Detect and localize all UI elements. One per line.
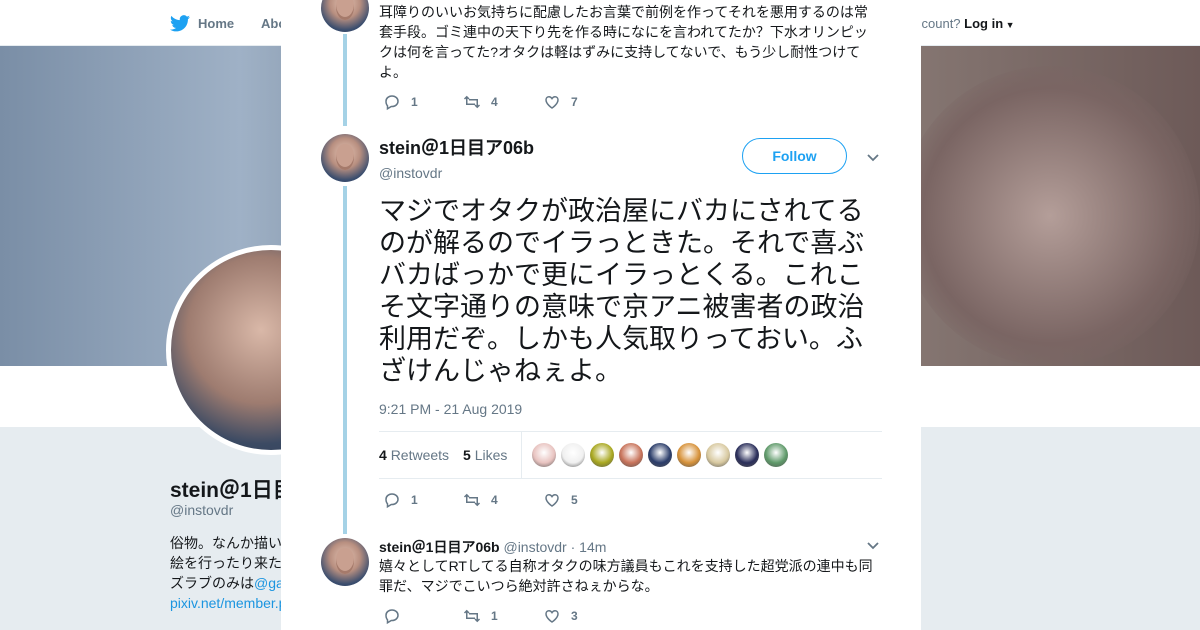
reply-tweet-avatar[interactable] xyxy=(321,538,369,586)
bio-line: ズラブのみは@ga xyxy=(170,573,290,593)
chevron-down-icon[interactable] xyxy=(865,537,881,553)
bio-line-text: ズラブのみは xyxy=(170,575,254,591)
liker-avatar[interactable] xyxy=(648,443,673,467)
main-tweet-name[interactable]: stein＠1日目ア06b xyxy=(379,134,534,160)
main-tweet-text: マジでオタクが政治屋にバカにされてるのが解るのでイラっときた。それで喜ぶバカばっ… xyxy=(379,196,865,386)
reply-icon xyxy=(385,609,399,625)
main-tweet-avatar[interactable] xyxy=(321,134,369,182)
reply-count: 1 xyxy=(411,95,418,109)
profile-bio: 俗物。なんか描い 絵を行ったり来た ズラブのみは@ga pixiv.net/me… xyxy=(170,533,290,613)
retweet-button[interactable]: 1 xyxy=(463,607,543,625)
retweets-stat-label: Retweets xyxy=(390,447,450,463)
heart-icon xyxy=(545,609,559,623)
profile-name: stein＠1日目 xyxy=(170,479,294,502)
retweet-count: 1 xyxy=(491,609,498,623)
bio-mention-link[interactable]: @ga xyxy=(254,575,284,591)
twitter-bird-icon xyxy=(170,15,190,32)
liker-avatar[interactable] xyxy=(706,443,731,467)
likes-stat-count: 5 xyxy=(463,447,471,463)
retweets-stat[interactable]: 4 Retweets xyxy=(379,447,449,463)
tweet-permalink-modal: 耳障りのいいお気持ちに配慮したお言葉で前例を作ってそれを悪用するのは常套手段。ゴ… xyxy=(281,0,921,630)
likers-avatar-list xyxy=(532,443,789,467)
main-tweet-handle[interactable]: @instovdr xyxy=(379,165,534,181)
likes-stat-label: Likes xyxy=(474,447,508,463)
reply-icon xyxy=(385,95,399,111)
reply-tweet-text: 嬉々としてRTしてる自称オタクの味方議員もこれを支持した超党派の連中も同罪だ、マ… xyxy=(379,558,873,594)
follow-button[interactable]: Follow xyxy=(742,138,847,174)
retweets-stat-count: 4 xyxy=(379,447,387,463)
heart-icon xyxy=(545,493,559,507)
liker-avatar[interactable] xyxy=(735,443,760,467)
previous-tweet-avatar[interactable] xyxy=(321,0,369,32)
heart-icon xyxy=(545,95,559,109)
bio-website-link[interactable]: pixiv.net/member.p xyxy=(170,593,290,613)
previous-tweet-text: 耳障りのいいお気持ちに配慮したお言葉で前例を作ってそれを悪用するのは常套手段。ゴ… xyxy=(379,4,868,80)
liker-avatar[interactable] xyxy=(764,443,789,467)
retweet-count: 4 xyxy=(491,493,498,507)
reply-tweet-actions: 1 3 xyxy=(383,607,623,625)
reply-tweet-handle[interactable]: @instovdr xyxy=(503,539,566,555)
liker-avatar[interactable] xyxy=(532,443,557,467)
home-link[interactable]: Home xyxy=(170,15,234,32)
like-count: 5 xyxy=(571,493,578,507)
retweet-icon xyxy=(463,493,481,507)
like-button[interactable]: 7 xyxy=(543,93,623,111)
retweet-icon xyxy=(463,609,481,623)
tweet-stats: 4 Retweets 5 Likes xyxy=(379,431,882,479)
previous-tweet-actions: 1 4 7 xyxy=(383,93,623,111)
stats-divider xyxy=(521,432,523,478)
like-count: 7 xyxy=(571,95,578,109)
retweet-button[interactable]: 4 xyxy=(463,93,543,111)
retweet-button[interactable]: 4 xyxy=(463,491,543,509)
like-button[interactable]: 3 xyxy=(543,607,623,625)
chevron-down-icon[interactable] xyxy=(865,149,881,165)
profile-handle: @instovdr xyxy=(170,502,234,518)
like-button[interactable]: 5 xyxy=(543,491,623,509)
reply-icon xyxy=(385,493,399,509)
reply-button[interactable]: 1 xyxy=(383,93,463,111)
reply-count: 1 xyxy=(411,493,418,507)
retweet-icon xyxy=(463,95,481,109)
liker-avatar[interactable] xyxy=(561,443,586,467)
thread-line xyxy=(343,186,347,534)
main-tweet-actions: 1 4 5 xyxy=(383,491,623,509)
reply-tweet-header: stein＠1日目ア06b @instovdr · 14m xyxy=(379,537,606,557)
account-text: ccount? xyxy=(915,16,961,31)
reply-tweet-name[interactable]: stein＠1日目ア06b xyxy=(379,539,500,555)
login-caret-icon: ▼ xyxy=(1003,20,1015,30)
home-label: Home xyxy=(198,16,235,31)
like-count: 3 xyxy=(571,609,578,623)
reply-button[interactable]: 1 xyxy=(383,491,463,509)
liker-avatar[interactable] xyxy=(590,443,615,467)
account-prompt: ccount? Log in ▼ xyxy=(915,16,1015,31)
liker-avatar[interactable] xyxy=(619,443,644,467)
liker-avatar[interactable] xyxy=(677,443,702,467)
reply-tweet-time[interactable]: · 14m xyxy=(571,539,607,555)
main-tweet-header: stein＠1日目ア06b @instovdr xyxy=(379,134,534,181)
bio-line: 俗物。なんか描い xyxy=(170,535,282,551)
main-tweet-timestamp[interactable]: 9:21 PM - 21 Aug 2019 xyxy=(379,401,522,417)
thread-line xyxy=(343,34,347,126)
retweet-count: 4 xyxy=(491,95,498,109)
close-icon[interactable]: ✕ xyxy=(1152,10,1182,40)
likes-stat[interactable]: 5 Likes xyxy=(463,447,507,463)
bio-line: 絵を行ったり来た xyxy=(170,555,282,571)
reply-button[interactable] xyxy=(383,607,463,625)
login-link[interactable]: Log in xyxy=(964,16,1003,31)
